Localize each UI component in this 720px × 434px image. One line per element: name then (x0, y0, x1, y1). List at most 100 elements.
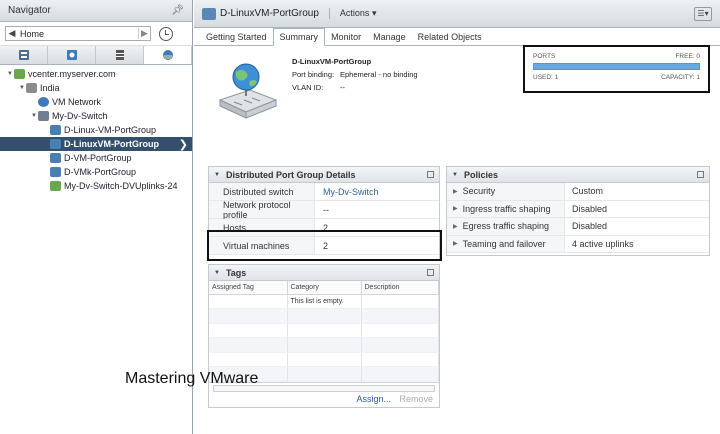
tree-item[interactable]: D-Linux-VM-PortGroup (0, 123, 192, 137)
tab-getting-started[interactable]: Getting Started (200, 29, 273, 45)
policy-key-label: Ingress traffic shaping (462, 203, 551, 214)
virtual-machines-highlight-box (207, 230, 442, 261)
tree-item-label: My-Dv-Switch-DVUplinks-24 (64, 181, 178, 191)
portgroup-globe-icon (218, 63, 278, 119)
port-binding-value: Ephemeral - no binding (340, 70, 418, 79)
expand-triangle-icon[interactable]: ▼ (18, 85, 26, 91)
expand-triangle-icon[interactable]: ▶ (453, 205, 458, 212)
policy-key-label: Teaming and failover (462, 238, 546, 249)
tab-storage[interactable] (96, 46, 144, 64)
table-cell (209, 294, 288, 309)
tree-item-label: D-VM-PortGroup (64, 153, 132, 163)
collapse-triangle-icon[interactable]: ▼ (214, 270, 220, 276)
portgroup-icon (202, 7, 216, 20)
tab-summary[interactable]: Summary (272, 28, 326, 46)
hosts-clusters-icon (18, 50, 29, 60)
policy-value: Disabled (572, 221, 608, 232)
collapse-triangle-icon[interactable]: ▼ (452, 172, 458, 178)
vlan-row: VLAN ID: -- (292, 81, 418, 94)
policy-row[interactable]: ▶ Ingress traffic shaping Disabled (447, 200, 709, 218)
column-header[interactable]: Description (361, 281, 439, 295)
tree-item[interactable]: D-VM-PortGroup (0, 151, 192, 165)
tree-item-label: My-Dv-Switch (52, 111, 108, 121)
tree-item-label: D-VMk-PortGroup (64, 167, 137, 177)
chevron-down-icon: ▾ (371, 8, 377, 18)
tree-item-label: D-Linux-VM-PortGroup (64, 125, 157, 135)
ports-label: PORTS (533, 53, 556, 60)
policies-panel-header[interactable]: ▼ Policies (447, 167, 709, 183)
expand-triangle-icon[interactable]: ▶ (453, 223, 458, 230)
table-cell (287, 337, 362, 353)
tree-item[interactable]: VM Network (0, 95, 192, 109)
column-header[interactable]: Category (287, 281, 362, 295)
remove-tag-button[interactable]: Remove (399, 394, 433, 404)
policy-row[interactable]: ▶ Security Custom (447, 183, 709, 201)
storage-icon (115, 50, 124, 60)
page-title: D-LinuxVM-PortGroup (220, 8, 330, 19)
details-row: Network protocol profile -- (209, 200, 439, 220)
maximize-icon[interactable] (697, 171, 704, 178)
actions-menu[interactable]: Actions ▾ (340, 8, 377, 19)
expand-triangle-icon[interactable]: ▼ (30, 113, 38, 119)
details-panel-title: Distributed Port Group Details (225, 169, 356, 180)
tags-body: This list is empty. (209, 294, 439, 382)
tree-item[interactable]: D-LinuxVM-PortGroup ❯ (0, 137, 192, 151)
table-cell (209, 308, 288, 324)
table-cell (287, 352, 362, 367)
expand-triangle-icon[interactable]: ▼ (6, 71, 14, 77)
tab-related-objects[interactable]: Related Objects (412, 29, 488, 45)
table-cell (361, 294, 439, 309)
tree-item[interactable]: ▼ India (0, 81, 192, 95)
tab-vms-templates[interactable] (48, 46, 96, 64)
table-cell (361, 308, 439, 324)
expand-triangle-icon[interactable]: ▶ (453, 188, 458, 195)
maximize-icon[interactable] (427, 269, 434, 276)
policy-row[interactable]: ▶ Egress traffic shaping Disabled (447, 218, 709, 236)
home-navigation-box[interactable]: ◀ Home ▶ (5, 26, 151, 41)
portgroup-icon (50, 139, 61, 149)
policies-panel-title: Policies (463, 169, 498, 180)
table-cell (209, 352, 288, 367)
tree-item[interactable]: D-VMk-PortGroup (0, 165, 192, 179)
distributed-switch-link[interactable]: My-Dv-Switch (315, 187, 379, 197)
tree-item[interactable]: My-Dv-Switch-DVUplinks-24 (0, 179, 192, 193)
ports-free: FREE: 0 (675, 53, 700, 60)
maximize-icon[interactable] (427, 171, 434, 178)
policy-value: Disabled (572, 203, 608, 214)
back-arrow-icon[interactable]: ◀ (6, 28, 18, 39)
assign-tag-button[interactable]: Assign... (356, 394, 391, 404)
tags-panel-title: Tags (225, 267, 247, 278)
pin-icon[interactable]: 📌︎ (171, 5, 184, 16)
vlan-label: VLAN ID: (292, 83, 324, 92)
forward-arrow-icon[interactable]: ▶ (138, 28, 150, 39)
tab-hosts-clusters[interactable] (0, 46, 48, 64)
tags-table: Assigned Tag Category Description This l… (209, 281, 439, 382)
policy-key: ▶ Security (447, 183, 565, 200)
chevron-right-icon[interactable]: ❯ (179, 138, 188, 151)
collapse-triangle-icon[interactable]: ▼ (214, 172, 220, 178)
tags-panel-header[interactable]: ▼ Tags (209, 265, 439, 281)
tab-networking[interactable] (144, 46, 192, 64)
policy-row[interactable]: ▶ Teaming and failover 4 active uplinks (447, 235, 709, 253)
tree-item[interactable]: ▼ My-Dv-Switch (0, 109, 192, 123)
details-panel-header[interactable]: ▼ Distributed Port Group Details (209, 167, 439, 183)
details-key: Network protocol profile (209, 200, 315, 220)
menu-icon[interactable]: ☰▾ (694, 6, 712, 21)
tree-item[interactable]: ▼ vcenter.myserver.com (0, 67, 192, 81)
dvswitch-icon (38, 111, 49, 121)
inventory-tree: ▼ vcenter.myserver.com ▼ India VM Network ▼ My… (0, 65, 192, 193)
tags-actions: Assign... Remove (209, 394, 439, 404)
table-row (209, 323, 439, 338)
expand-triangle-icon[interactable]: ▶ (453, 240, 458, 247)
table-row (209, 337, 439, 353)
history-icon[interactable] (159, 26, 173, 41)
tab-manage[interactable]: Manage (367, 29, 412, 45)
tree-item-label: India (40, 83, 60, 93)
tree-item-label: VM Network (52, 97, 102, 107)
tags-header-row: Assigned Tag Category Description (209, 281, 439, 295)
table-row: This list is empty. (209, 294, 439, 309)
navigator-tabs (0, 46, 192, 65)
table-cell (361, 352, 439, 367)
column-header[interactable]: Assigned Tag (209, 281, 288, 295)
tab-monitor[interactable]: Monitor (325, 29, 367, 45)
